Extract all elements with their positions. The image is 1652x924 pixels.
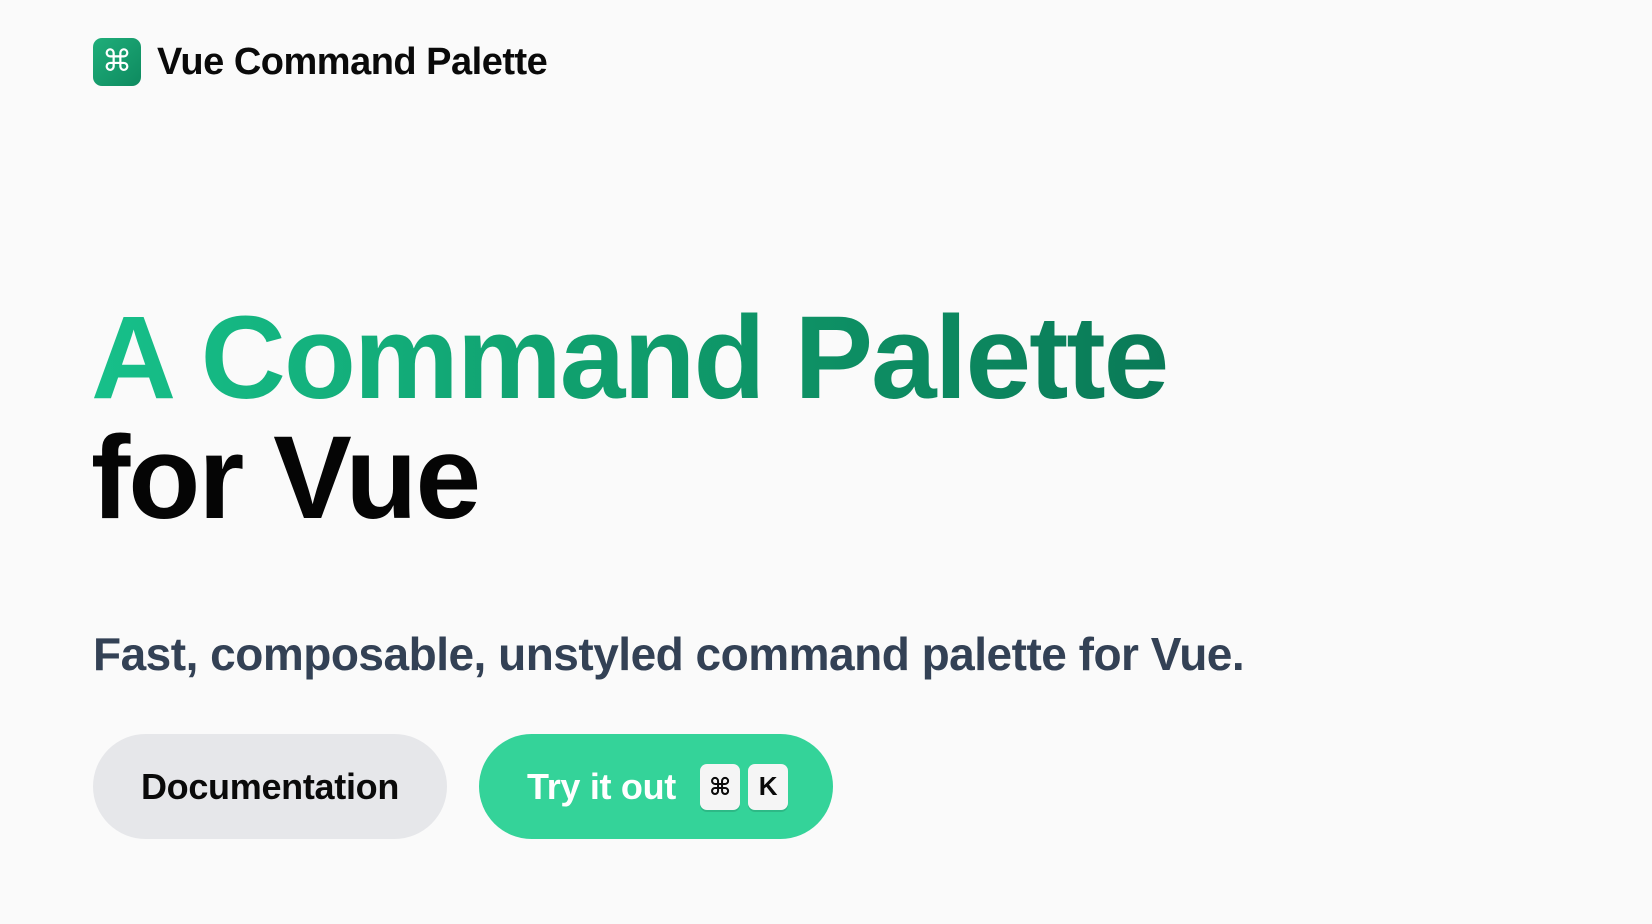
hero-title-line-1: A Command Palette <box>91 292 1169 424</box>
try-it-out-button[interactable]: Try it out ⌘ K <box>479 734 833 839</box>
try-it-out-button-label: Try it out <box>527 765 676 807</box>
site-header: ⌘ Vue Command Palette <box>93 38 548 86</box>
documentation-button[interactable]: Documentation <box>93 734 447 839</box>
hero-section: A Command Palette for Vue <box>91 292 1169 544</box>
command-key-icon: ⌘ <box>700 763 740 810</box>
keyboard-shortcut: ⌘ K <box>700 763 788 810</box>
k-key: K <box>748 763 788 810</box>
documentation-button-label: Documentation <box>140 765 400 807</box>
hero-actions: Documentation Try it out ⌘ K <box>93 734 833 839</box>
hero-title: A Command Palette for Vue <box>91 292 1169 544</box>
site-brand-title[interactable]: Vue Command Palette <box>157 38 548 86</box>
hero-subtitle: Fast, composable, unstyled command palet… <box>93 628 1245 680</box>
hero-title-line-2: for Vue <box>91 412 481 544</box>
command-key-logo-icon[interactable]: ⌘ <box>93 38 141 86</box>
